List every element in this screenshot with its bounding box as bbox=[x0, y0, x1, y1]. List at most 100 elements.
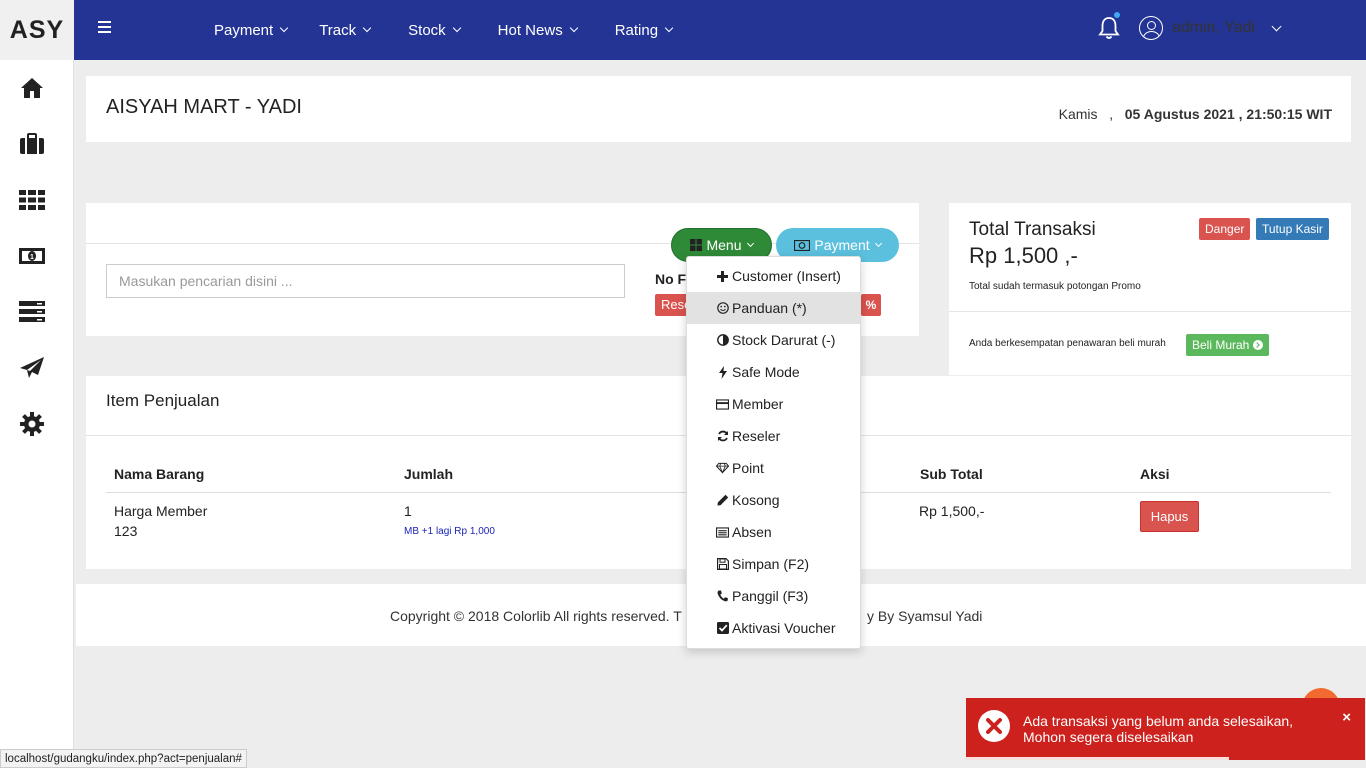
grid-icon[interactable] bbox=[18, 186, 46, 214]
chevron-down-icon bbox=[746, 239, 754, 248]
server-icon[interactable] bbox=[18, 298, 46, 326]
dropdown-item-simpan[interactable]: Simpan (F2) bbox=[687, 548, 860, 580]
home-icon[interactable] bbox=[18, 74, 46, 102]
percent-button[interactable]: % bbox=[861, 294, 881, 316]
dropdown-item-panggil[interactable]: Panggil (F3) bbox=[687, 580, 860, 612]
dropdown-item-label: Member bbox=[732, 396, 784, 412]
chevron-down-icon bbox=[279, 23, 289, 33]
dropdown-item-stock-darurat[interactable]: Stock Darurat (-) bbox=[687, 324, 860, 356]
total-note: Total sudah termasuk potongan Promo bbox=[969, 281, 1141, 292]
diamond-icon bbox=[716, 462, 729, 475]
toast-message: Ada transaksi yang belum anda selesaikan… bbox=[1023, 713, 1293, 745]
send-icon[interactable] bbox=[18, 354, 46, 382]
half-circle-icon bbox=[716, 334, 729, 347]
money-icon[interactable]: 1 bbox=[18, 242, 46, 270]
beli-murah-button[interactable]: Beli Murah bbox=[1186, 334, 1270, 356]
windows-icon bbox=[690, 239, 703, 251]
promo-text: Anda berkesempatan penawaran beli murah bbox=[969, 338, 1166, 349]
page-header-card: AISYAH MART - YADI Kamis , 05 Agustus 20… bbox=[86, 76, 1351, 142]
total-value: Rp 1,500 ,- bbox=[969, 243, 1078, 268]
save-icon bbox=[716, 558, 729, 571]
gear-icon[interactable] bbox=[18, 410, 46, 438]
datetime-display: Kamis , 05 Agustus 2021 , 21:50:15 WIT bbox=[1059, 106, 1332, 122]
phone-icon bbox=[716, 590, 729, 603]
tutup-kasir-button[interactable]: Tutup Kasir bbox=[1256, 218, 1329, 240]
nav-payment-label: Payment bbox=[214, 21, 274, 39]
footer-copyright: Copyright © 2018 Colorlib All rights res… bbox=[390, 608, 682, 624]
user-avatar-icon bbox=[1139, 16, 1163, 40]
toast-line-1: Ada transaksi yang belum anda selesaikan… bbox=[1023, 713, 1294, 729]
chevron-down-icon bbox=[1271, 21, 1282, 31]
dropdown-item-absen[interactable]: Absen bbox=[687, 516, 860, 548]
date-label: 05 Agustus 2021 , 21:50:15 WIT bbox=[1124, 106, 1332, 122]
toast-progress-bar bbox=[966, 757, 1230, 760]
hamburger-icon[interactable] bbox=[98, 21, 111, 37]
chevron-down-icon bbox=[664, 23, 674, 33]
card-icon bbox=[716, 398, 729, 411]
dropdown-item-point[interactable]: Point bbox=[687, 452, 860, 484]
error-toast: Ada transaksi yang belum anda selesaikan… bbox=[966, 698, 1365, 760]
nav-payment[interactable]: Payment bbox=[214, 21, 289, 39]
danger-button[interactable]: Danger bbox=[1199, 218, 1251, 240]
search-input[interactable] bbox=[106, 264, 625, 298]
items-title: Item Penjualan bbox=[106, 391, 220, 410]
member-note: MB +1 lagi Rp 1,000 bbox=[404, 526, 495, 537]
chevron-down-icon bbox=[874, 239, 882, 248]
column-header-jumlah: Jumlah bbox=[404, 466, 454, 482]
nav-stock[interactable]: Stock bbox=[408, 21, 461, 39]
column-header-aksi: Aksi bbox=[1140, 466, 1170, 482]
dropdown-item-safe-mode[interactable]: Safe Mode bbox=[687, 356, 860, 388]
dropdown-item-reseler[interactable]: Reseler bbox=[687, 420, 860, 452]
error-x-icon bbox=[978, 710, 1010, 742]
nav-track[interactable]: Track bbox=[319, 22, 372, 39]
nav-hot-news-label: Hot News bbox=[497, 21, 563, 39]
nav-rating[interactable]: Rating bbox=[614, 21, 674, 39]
user-menu[interactable]: admin, Yadi bbox=[1139, 16, 1282, 40]
bell-icon[interactable] bbox=[1098, 16, 1120, 40]
briefcase-icon[interactable] bbox=[18, 130, 46, 158]
chevron-down-icon bbox=[569, 23, 578, 33]
user-name: admin, Yadi bbox=[1172, 19, 1256, 36]
nav-hot-news[interactable]: Hot News bbox=[497, 21, 578, 39]
total-card: Total Transaksi Rp 1,500 ,- Total sudah … bbox=[949, 203, 1351, 375]
column-header-nama: Nama Barang bbox=[114, 466, 205, 482]
dropdown-item-panduan[interactable]: Panduan (*) bbox=[687, 292, 860, 324]
dropdown-item-label: Reseler bbox=[732, 428, 781, 444]
day-separator: , bbox=[1109, 106, 1114, 122]
payment-button-label: Payment bbox=[814, 237, 870, 253]
dropdown-item-label: Stock Darurat (-) bbox=[732, 332, 836, 348]
smile-icon bbox=[716, 302, 729, 315]
nav-stock-label: Stock bbox=[408, 21, 446, 39]
card-divider bbox=[949, 311, 1351, 312]
pencil-icon bbox=[716, 494, 729, 507]
page-title: AISYAH MART - YADI bbox=[106, 96, 302, 118]
dropdown-item-aktivasi-voucher[interactable]: Aktivasi Voucher bbox=[687, 612, 860, 644]
nofaktur-label: No F bbox=[655, 271, 687, 287]
dropdown-item-label: Panggil (F3) bbox=[732, 588, 809, 604]
toast-line-2: Mohon segera diselesaikan bbox=[1023, 729, 1194, 745]
dropdown-item-member[interactable]: Member bbox=[687, 388, 860, 420]
item-code: 123 bbox=[114, 523, 138, 539]
brand-logo[interactable]: ASY bbox=[0, 0, 74, 60]
dropdown-item-label: Safe Mode bbox=[732, 364, 800, 380]
column-header-subtotal: Sub Total bbox=[920, 466, 983, 482]
dropdown-item-label: Customer (Insert) bbox=[732, 268, 841, 284]
beli-murah-label: Beli Murah bbox=[1192, 338, 1250, 352]
day-label: Kamis bbox=[1058, 106, 1098, 122]
list-icon bbox=[716, 526, 729, 539]
dropdown-item-label: Absen bbox=[732, 524, 772, 540]
dropdown-item-label: Aktivasi Voucher bbox=[732, 620, 836, 636]
item-name: Harga Member bbox=[114, 503, 208, 519]
nav-rating-label: Rating bbox=[614, 21, 659, 39]
menu-dropdown: Customer (Insert) Panduan (*) Stock Daru… bbox=[686, 256, 861, 649]
dropdown-item-kosong[interactable]: Kosong bbox=[687, 484, 860, 516]
dropdown-item-label: Kosong bbox=[732, 492, 780, 508]
refresh-icon bbox=[716, 430, 729, 443]
menu-button-label: Menu bbox=[706, 237, 742, 253]
dropdown-item-label: Simpan (F2) bbox=[732, 556, 810, 572]
hapus-button[interactable]: Hapus bbox=[1140, 501, 1199, 532]
dropdown-item-label: Panduan (*) bbox=[732, 300, 807, 316]
bolt-icon bbox=[716, 365, 729, 379]
toast-close-button[interactable]: × bbox=[1342, 709, 1351, 726]
dropdown-item-customer[interactable]: Customer (Insert) bbox=[687, 260, 860, 292]
